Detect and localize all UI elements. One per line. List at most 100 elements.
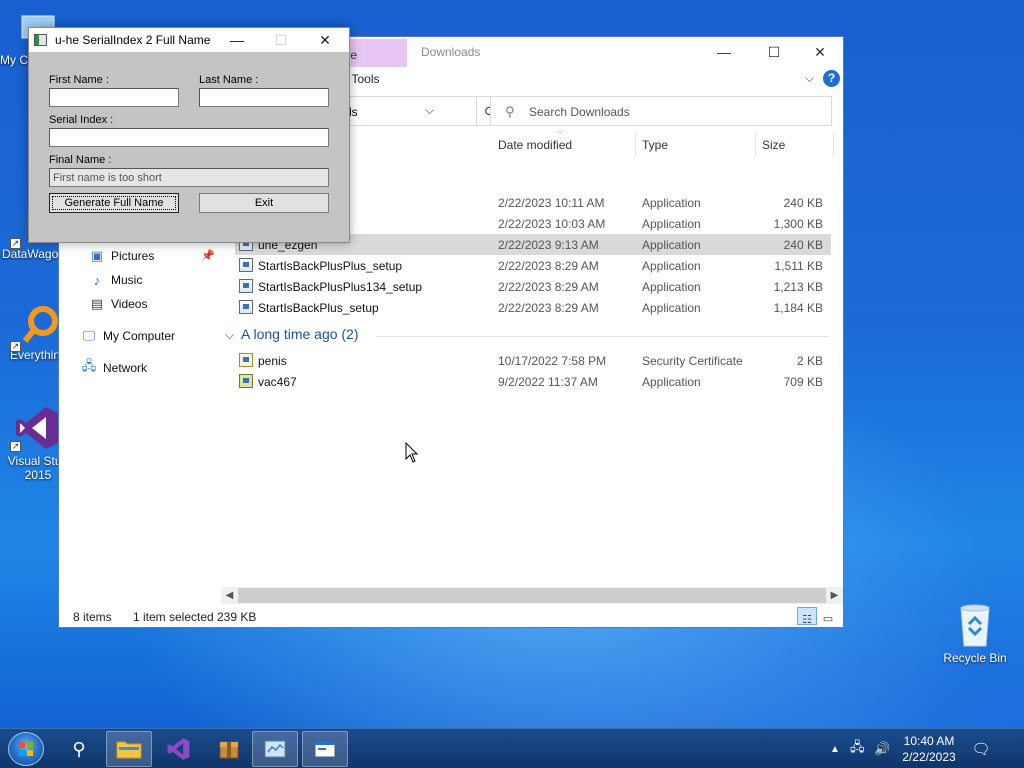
file-type: Application (642, 375, 701, 389)
column-separator[interactable] (755, 133, 756, 157)
network-icon: 🖧 (81, 358, 97, 373)
file-row[interactable]: vac467 9/2/2022 11:37 AM Application 709… (235, 371, 831, 392)
details-view-button[interactable]: ☷ (797, 607, 817, 626)
desktop-icon-recycle-bin[interactable]: Recycle Bin (935, 602, 1015, 665)
folder-icon (116, 741, 142, 759)
final-name-label: Final Name : (49, 154, 112, 166)
taskbar-keygen-button[interactable] (252, 731, 298, 767)
column-header-type[interactable]: Type (642, 129, 754, 159)
recycle-bin-icon (960, 604, 990, 647)
pictures-icon: ▣ (90, 248, 104, 263)
file-date: 9/2/2022 11:37 AM (498, 375, 598, 389)
column-separator[interactable] (833, 133, 834, 157)
network-icon[interactable]: 🖧 (850, 729, 865, 768)
file-row[interactable]: StartIsBackPlusPlus134_setup 2/22/2023 8… (235, 276, 831, 297)
file-name: StartIsBackPlusPlus_setup (258, 259, 403, 273)
minimize-icon: — (230, 32, 244, 48)
status-size: 239 KB (217, 610, 257, 624)
close-icon: ✕ (814, 43, 826, 60)
file-name: penis (258, 354, 287, 368)
nav-item-music[interactable]: ♪ Music (89, 270, 143, 290)
search-icon: ⚲ (505, 104, 515, 119)
shortcut-arrow-icon: ↗ (10, 341, 21, 352)
large-icons-view-button[interactable]: ▭ (818, 607, 838, 625)
serial-index-input[interactable] (49, 128, 329, 147)
nav-item-label: My Computer (103, 329, 176, 343)
taskbar-window-button[interactable] (302, 731, 348, 767)
search-input[interactable] (529, 103, 819, 121)
serial-dialog-window: u-he SerialIndex 2 Full Name — ☐ ✕ First… (28, 27, 350, 243)
file-date: 2/22/2023 9:13 AM (498, 238, 599, 252)
taskbar: ⚲ ▲ 🖧 🔊 10:40 AM 2/22/2023 🗨 (0, 728, 1024, 768)
address-bar[interactable]: ds ⌵ (329, 96, 477, 126)
volume-icon[interactable]: 🔊 (874, 729, 890, 768)
file-name: StartIsBackPlus_setup (258, 301, 379, 315)
file-date: 2/22/2023 10:03 AM (498, 217, 606, 231)
taskbar-clock[interactable]: 10:40 AM 2/22/2023 (894, 733, 964, 765)
column-header-date[interactable]: Date modified (498, 129, 636, 159)
column-separator[interactable] (635, 133, 636, 157)
nav-item-pictures[interactable]: ▣ Pictures (89, 246, 155, 266)
status-item-count: 8 items (73, 610, 112, 624)
file-row[interactable]: penis 10/17/2022 7:58 PM Security Certif… (235, 350, 831, 371)
chevron-down-icon: ⌵ (225, 328, 235, 342)
close-icon: ✕ (319, 31, 331, 48)
file-size: 240 KB (783, 196, 823, 210)
file-row[interactable]: StartIsBackPlus_setup 2/22/2023 8:29 AM … (235, 297, 831, 318)
close-button[interactable]: ✕ (797, 37, 843, 67)
computer-icon: 🖵 (82, 328, 96, 343)
file-size: 1,511 KB (774, 259, 823, 273)
horizontal-scrollbar[interactable]: ◀ ▶ (221, 587, 843, 604)
exit-button[interactable]: Exit (199, 193, 329, 213)
scroll-left-icon[interactable]: ◀ (221, 588, 238, 603)
tray-overflow-icon[interactable]: ▲ (830, 729, 840, 768)
serial-index-label: Serial Index : (49, 114, 114, 126)
file-size: 1,213 KB (773, 280, 823, 294)
application-icon (239, 374, 253, 388)
column-header-size[interactable]: Size (762, 129, 832, 159)
taskbar-visual-studio-button[interactable] (156, 731, 202, 767)
clock-time: 10:40 AM (903, 734, 955, 748)
taskbar-file-explorer-button[interactable] (106, 731, 152, 767)
scroll-right-icon[interactable]: ▶ (826, 588, 843, 603)
last-name-input[interactable] (199, 88, 329, 107)
minimize-button[interactable]: — (701, 37, 747, 67)
file-type: Application (642, 301, 701, 315)
generate-full-name-button[interactable]: Generate Full Name (49, 193, 179, 213)
taskbar-search-button[interactable]: ⚲ (56, 731, 102, 767)
nav-item-label: Network (103, 361, 148, 375)
dialog-titlebar[interactable]: u-he SerialIndex 2 Full Name — ☐ ✕ (29, 28, 349, 52)
window-icon (314, 740, 336, 758)
file-date: 2/22/2023 8:29 AM (498, 259, 599, 273)
dialog-minimize-button[interactable]: — (215, 28, 259, 52)
search-box[interactable]: ⚲ (490, 96, 832, 126)
dialog-close-button[interactable]: ✕ (303, 28, 347, 52)
file-name: vac467 (258, 375, 297, 389)
package-icon (219, 741, 239, 759)
nav-item-label: Videos (111, 297, 148, 311)
maximize-button[interactable]: ☐ (751, 37, 797, 67)
mouse-cursor-icon (405, 442, 419, 463)
start-button[interactable] (8, 732, 44, 766)
dialog-body: First Name : Last Name : Serial Index : … (29, 52, 349, 242)
chevron-down-icon[interactable]: ⌵ (425, 103, 434, 118)
file-type: Application (642, 196, 701, 210)
first-name-input[interactable] (49, 88, 179, 107)
pin-icon[interactable]: 📌 (201, 249, 215, 262)
file-row[interactable]: StartIsBackPlusPlus_setup 2/22/2023 8:29… (235, 255, 831, 276)
shortcut-arrow-icon: ↗ (10, 238, 21, 249)
notification-button[interactable]: 🗨 (966, 729, 996, 768)
nav-item-videos[interactable]: ▤ Videos (89, 294, 148, 314)
chevron-down-icon[interactable]: ⌵ (805, 71, 814, 86)
help-icon[interactable]: ? (823, 70, 840, 87)
magnifier-icon (22, 306, 58, 343)
file-type: Application (642, 280, 701, 294)
file-size: 709 KB (783, 375, 823, 389)
nav-item-label: Pictures (111, 249, 155, 263)
nav-item-network[interactable]: 🖧 Network (81, 358, 147, 378)
group-header-long-time-ago[interactable]: ⌵ A long time ago (2) (225, 325, 833, 347)
scroll-thumb[interactable] (238, 588, 826, 603)
status-selection: 1 item selected (133, 610, 214, 624)
taskbar-archive-button[interactable] (206, 731, 252, 767)
nav-item-my-computer[interactable]: 🖵 My Computer (81, 326, 175, 346)
